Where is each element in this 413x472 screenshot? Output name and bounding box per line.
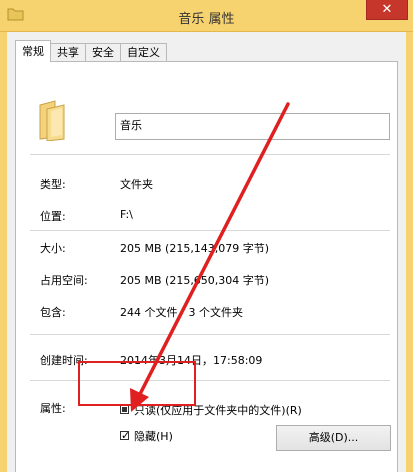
hidden-label[interactable]: 隐藏(H)	[134, 428, 173, 444]
type-label: 类型:	[40, 178, 66, 191]
divider	[30, 230, 390, 231]
tab-general[interactable]: 常规	[15, 40, 51, 62]
close-button[interactable]: ✕	[366, 0, 408, 20]
size-on-disk-label: 占用空间:	[40, 274, 88, 287]
dialog-client: 常规 共享 安全 自定义 音乐 类型: 文件夹 位置: F:\ 大小: 205 …	[7, 32, 406, 472]
contains-label: 包含:	[40, 306, 66, 319]
readonly-checkbox[interactable]	[120, 405, 129, 414]
large-folder-icon	[39, 100, 65, 141]
hidden-checkbox[interactable]: ✓	[120, 430, 130, 441]
location-value: F:\	[120, 208, 133, 221]
divider	[30, 154, 390, 155]
tab-strip: 常规 共享 安全 自定义	[15, 40, 167, 62]
divider	[30, 334, 390, 335]
tab-security[interactable]: 安全	[85, 43, 121, 62]
size-label: 大小:	[40, 242, 66, 255]
contains-value: 244 个文件，3 个文件夹	[120, 306, 243, 319]
folder-name-input[interactable]: 音乐	[115, 113, 390, 140]
size-value: 205 MB (215,143,079 字节)	[120, 242, 270, 255]
attributes-label: 属性:	[40, 402, 66, 415]
location-label: 位置:	[40, 210, 66, 223]
tab-customize[interactable]: 自定义	[120, 43, 167, 62]
title-bar: 音乐 属性 ✕	[0, 0, 413, 32]
window-frame-left	[0, 32, 7, 472]
window-frame-right	[406, 32, 413, 472]
general-panel: 音乐 类型: 文件夹 位置: F:\ 大小: 205 MB (215,143,0…	[15, 61, 398, 472]
advanced-button[interactable]: 高级(D)...	[276, 425, 391, 451]
annotation-highlight-box	[78, 361, 196, 406]
window-title: 音乐 属性	[178, 12, 235, 27]
tab-sharing[interactable]: 共享	[50, 43, 86, 62]
size-on-disk-value: 205 MB (215,650,304 字节)	[120, 274, 270, 287]
type-value: 文件夹	[120, 178, 153, 191]
